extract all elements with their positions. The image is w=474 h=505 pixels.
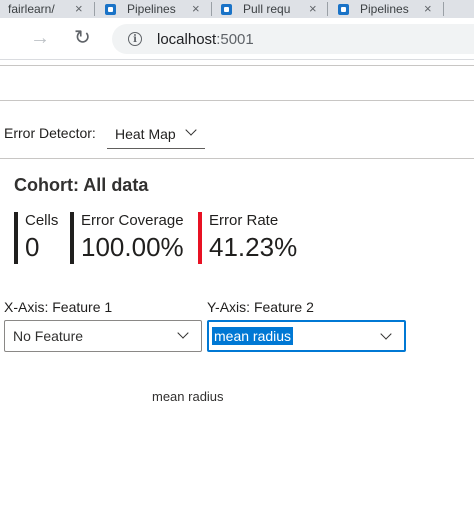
tab-separator — [443, 2, 444, 16]
cohort-title: Cohort: All data — [14, 175, 149, 195]
chevron-down-icon — [185, 124, 197, 136]
close-icon[interactable]: × — [192, 1, 200, 16]
y-axis-feature-dropdown[interactable]: mean radius — [207, 320, 406, 352]
metric-cells: Cells 0 — [14, 212, 58, 264]
error-detector-label: Error Detector: — [4, 125, 96, 141]
metric-value: 100.00% — [81, 232, 184, 262]
tab-separator — [94, 2, 95, 16]
azure-devops-icon — [337, 3, 350, 16]
azure-devops-icon — [220, 3, 233, 16]
y-axis-selected-value: mean radius — [212, 327, 294, 345]
url-host: localhost — [157, 30, 217, 48]
metric-error-rate: Error Rate 41.23% — [198, 212, 297, 264]
info-icon[interactable]: i — [128, 32, 142, 46]
azure-devops-icon — [104, 3, 117, 16]
metric-bar — [70, 212, 74, 264]
metric-value: 41.23% — [209, 232, 298, 262]
metric-label: Cells — [25, 212, 59, 229]
close-icon[interactable]: × — [424, 1, 432, 16]
browser-tab-pipelines-2[interactable]: Pipelines — [337, 0, 437, 18]
tab-title: Pull requ — [243, 2, 291, 16]
chevron-down-icon — [380, 328, 392, 340]
reload-icon[interactable]: ↻ — [74, 26, 91, 50]
metric-label: Error Coverage — [81, 212, 184, 229]
y-axis-label: Y-Axis: Feature 2 — [207, 299, 314, 315]
chevron-down-icon — [177, 327, 189, 339]
tab-title: fairlearn/ — [8, 2, 55, 16]
browser-tab-pull-requests[interactable]: Pull requ — [220, 0, 320, 18]
forward-arrow-icon[interactable]: → — [30, 26, 50, 50]
tab-title: Pipelines — [127, 2, 176, 16]
error-analysis-page: Error Detector: Heat Map Cohort: All dat… — [0, 61, 474, 505]
divider — [0, 158, 474, 159]
url-port: :5001 — [216, 30, 254, 48]
error-detector-dropdown[interactable]: Heat Map — [107, 119, 205, 149]
tab-title: Pipelines — [360, 2, 409, 16]
metric-error-coverage: Error Coverage 100.00% — [70, 212, 184, 264]
metric-value: 0 — [25, 232, 40, 262]
metric-bar — [198, 212, 202, 264]
x-axis-label: X-Axis: Feature 1 — [4, 299, 113, 315]
browser-toolbar: → ↻ i localhost:5001 — [0, 18, 474, 60]
address-bar[interactable]: i localhost:5001 — [112, 24, 474, 54]
close-icon[interactable]: × — [309, 1, 317, 16]
tab-separator — [327, 2, 328, 16]
metric-label: Error Rate — [209, 212, 279, 229]
divider — [0, 100, 474, 101]
x-axis-feature-dropdown[interactable]: No Feature — [4, 320, 202, 352]
close-icon[interactable]: × — [75, 1, 83, 16]
error-detector-value: Heat Map — [115, 125, 176, 142]
browser-tab-pipelines-1[interactable]: Pipelines — [104, 0, 204, 18]
browser-tab-strip: fairlearn/ × Pipelines × Pull requ × Pip… — [0, 0, 474, 18]
heatmap-axis-title: mean radius — [152, 389, 224, 404]
x-axis-selected-value: No Feature — [13, 328, 84, 344]
divider — [0, 65, 474, 66]
tab-separator — [211, 2, 212, 16]
metric-bar — [14, 212, 18, 264]
